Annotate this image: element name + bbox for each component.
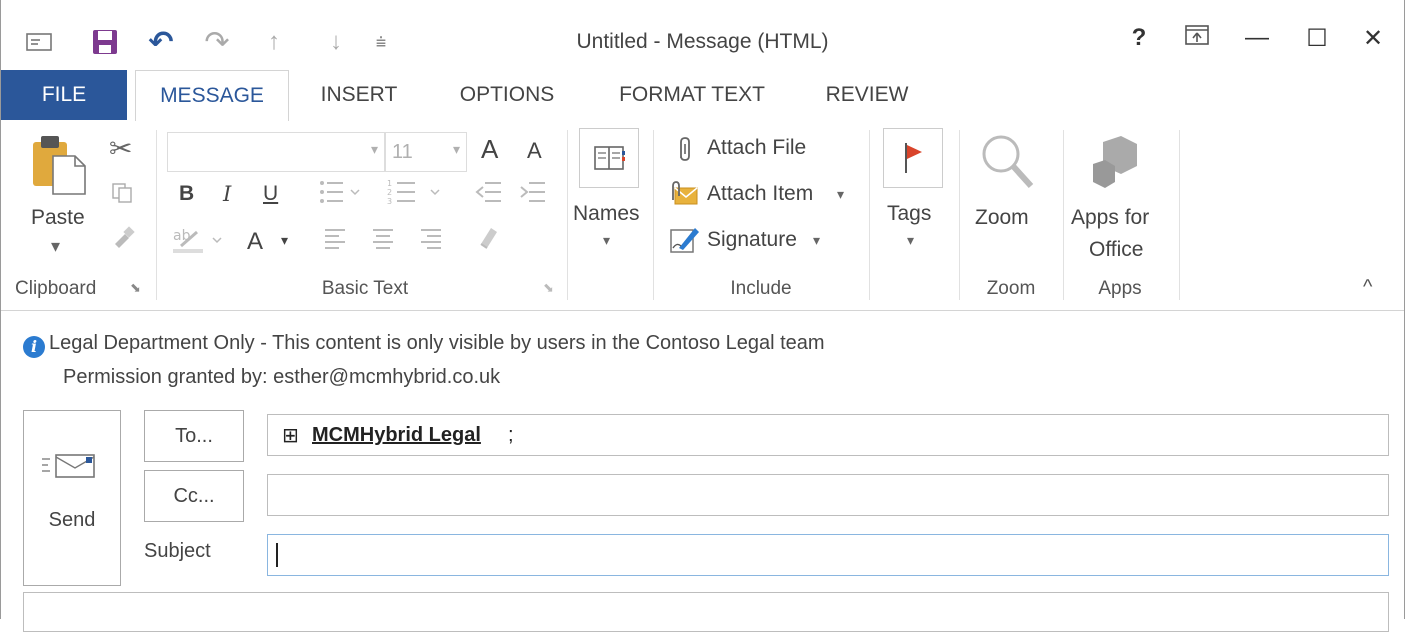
attach-file-button[interactable]: Attach File	[707, 136, 806, 160]
zoom-group-label: Zoom	[986, 278, 1036, 299]
ribbon-tabs: FILE MESSAGE INSERT OPTIONS FORMAT TEXT …	[1, 70, 1404, 121]
cut-icon[interactable]: ✂	[109, 132, 132, 165]
decrease-indent-icon[interactable]	[475, 178, 503, 211]
svg-text:1: 1	[387, 179, 392, 188]
subject-label: Subject	[144, 540, 211, 562]
paste-button[interactable]: Paste	[31, 206, 85, 230]
attach-file-icon[interactable]	[675, 136, 695, 167]
svg-text:3: 3	[387, 197, 392, 206]
align-center-icon[interactable]	[371, 226, 395, 255]
apps-for-office-button[interactable]: Apps for	[1071, 206, 1149, 230]
send-button[interactable]: Send	[23, 410, 121, 586]
text-cursor	[276, 543, 278, 567]
grow-font-icon[interactable]: A	[481, 134, 498, 165]
tags-dropdown-icon[interactable]: ▾	[907, 232, 914, 249]
align-left-icon[interactable]	[323, 226, 347, 255]
cc-field[interactable]	[267, 474, 1389, 516]
paste-dropdown-icon[interactable]: ▾	[51, 236, 60, 257]
bold-button[interactable]: B	[179, 182, 194, 206]
send-label: Send	[48, 509, 96, 531]
flag-icon[interactable]	[883, 128, 943, 188]
signature-icon[interactable]	[669, 224, 701, 259]
permission-text: Permission granted by: esther@mcmhybrid.…	[63, 366, 501, 388]
tab-insert[interactable]: INSERT	[313, 70, 405, 120]
info-message: Legal Department Only - This content is …	[49, 332, 825, 354]
message-body[interactable]	[23, 592, 1389, 632]
signature-button[interactable]: Signature	[707, 228, 797, 252]
apps-for-office-icon[interactable]	[1087, 134, 1143, 197]
basic-text-group-label: Basic Text	[321, 278, 409, 299]
names-dropdown-icon[interactable]: ▾	[603, 232, 610, 249]
tab-file[interactable]: FILE	[1, 70, 127, 120]
recipient-separator: ;	[508, 424, 514, 446]
increase-indent-icon[interactable]	[519, 178, 547, 211]
align-right-icon[interactable]	[419, 226, 443, 255]
attach-item-dropdown-icon[interactable]: ▾	[837, 186, 844, 203]
title-bar: ↶ ↷ ↑ ↓ ⩧ Untitled - Message (HTML) ? — …	[1, 0, 1404, 70]
underline-button[interactable]: U	[263, 182, 278, 206]
italic-button[interactable]: I	[223, 182, 231, 206]
send-icon	[42, 451, 100, 486]
highlight-icon[interactable]: ab	[171, 224, 231, 259]
maximize-button[interactable]: ☐	[1297, 24, 1337, 53]
paste-icon[interactable]	[31, 134, 87, 201]
collapse-ribbon-icon[interactable]: ^	[1363, 276, 1372, 299]
expand-group-icon[interactable]: ⊞	[282, 423, 299, 448]
address-book-icon[interactable]	[579, 128, 639, 188]
names-button[interactable]: Names	[573, 202, 640, 226]
font-color-dropdown-icon[interactable]: ▾	[281, 232, 288, 249]
clear-formatting-icon[interactable]	[475, 224, 501, 255]
basic-text-launcher-icon[interactable]: ⬊	[543, 280, 554, 296]
tab-review[interactable]: REVIEW	[819, 70, 915, 120]
info-icon: i	[23, 336, 45, 358]
format-painter-icon[interactable]	[111, 224, 137, 255]
recipient-chip[interactable]: MCMHybrid Legal	[312, 424, 481, 447]
cc-button[interactable]: Cc...	[144, 470, 244, 522]
include-group-label: Include	[730, 278, 792, 299]
shrink-font-icon[interactable]: A	[527, 138, 542, 164]
tab-options[interactable]: OPTIONS	[449, 70, 565, 120]
clipboard-launcher-icon[interactable]: ⬊	[130, 280, 141, 296]
ribbon: Paste ▾ ✂ Clipboard ⬊ ▾ 11 ▾ A A B I U 1…	[1, 120, 1404, 311]
close-button[interactable]: ✕	[1353, 24, 1393, 53]
font-name-combo[interactable]: ▾	[167, 132, 385, 172]
apps-group-label: Apps	[1098, 278, 1142, 299]
to-button[interactable]: To...	[144, 410, 244, 462]
signature-dropdown-icon[interactable]: ▾	[813, 232, 820, 249]
ribbon-display-options-icon[interactable]	[1177, 24, 1217, 53]
copy-icon[interactable]	[111, 182, 133, 209]
numbering-icon[interactable]: 123	[387, 178, 445, 211]
subject-field[interactable]	[267, 534, 1389, 576]
attach-item-icon[interactable]	[669, 180, 699, 213]
zoom-button[interactable]: Zoom	[975, 206, 1029, 230]
svg-text:2: 2	[387, 188, 392, 197]
apps-for-office-button-line2[interactable]: Office	[1089, 238, 1143, 262]
attach-item-button[interactable]: Attach Item	[707, 182, 813, 206]
minimize-button[interactable]: —	[1237, 24, 1277, 52]
zoom-icon[interactable]	[979, 132, 1037, 199]
help-icon[interactable]: ?	[1119, 24, 1159, 52]
font-color-button[interactable]: A	[247, 228, 263, 256]
tab-format-text[interactable]: FORMAT TEXT	[607, 70, 777, 120]
tags-button[interactable]: Tags	[887, 202, 931, 226]
to-field[interactable]: ⊞ MCMHybrid Legal ;	[267, 414, 1389, 456]
info-bar: i Legal Department Only - This content is…	[23, 332, 825, 389]
tab-message[interactable]: MESSAGE	[135, 70, 289, 121]
clipboard-group-label: Clipboard	[15, 278, 97, 299]
font-size-combo[interactable]: 11 ▾	[385, 132, 467, 172]
bullets-icon[interactable]	[319, 178, 363, 211]
